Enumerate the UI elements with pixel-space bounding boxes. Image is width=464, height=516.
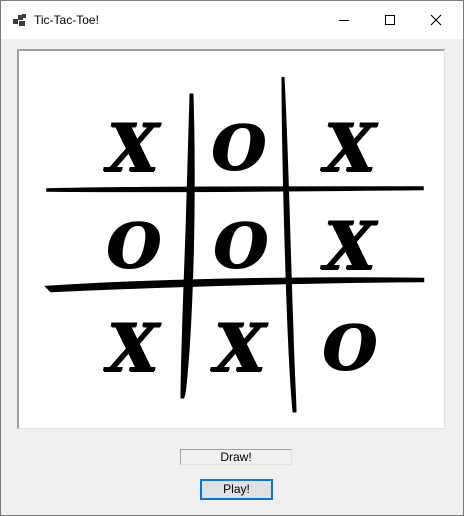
grid-line-horizontal-top (46, 186, 424, 193)
close-button[interactable] (413, 1, 459, 39)
app-window: Tic-Tac-Toe! X O X O O X X X O Draw! Pla… (0, 0, 464, 516)
title-bar[interactable]: Tic-Tac-Toe! (1, 1, 463, 39)
game-board[interactable]: X O X O O X X X O (17, 49, 445, 429)
maximize-button[interactable] (367, 1, 413, 39)
cell-r2-c2[interactable]: O (199, 211, 283, 281)
grid-line-vertical-left (180, 93, 195, 399)
cell-r3-c3[interactable]: O (309, 313, 391, 383)
cell-r3-c2[interactable]: X (197, 313, 283, 383)
cell-r2-c3[interactable]: X (305, 211, 395, 281)
cell-r1-c1[interactable]: X (89, 113, 177, 183)
grid-line-vertical-right (281, 76, 297, 413)
cell-r3-c1[interactable]: X (89, 313, 177, 383)
play-button[interactable]: Play! (200, 479, 273, 500)
minimize-icon (339, 20, 349, 21)
window-title: Tic-Tac-Toe! (34, 13, 99, 27)
cell-r1-c2[interactable]: O (197, 113, 281, 183)
maximize-icon (385, 15, 395, 25)
close-icon (430, 14, 442, 26)
cell-r1-c3[interactable]: X (305, 113, 395, 183)
app-icon (13, 14, 26, 26)
minimize-button[interactable] (321, 1, 367, 39)
status-label: Draw! (180, 449, 292, 465)
cell-r2-c1[interactable]: O (91, 211, 177, 281)
